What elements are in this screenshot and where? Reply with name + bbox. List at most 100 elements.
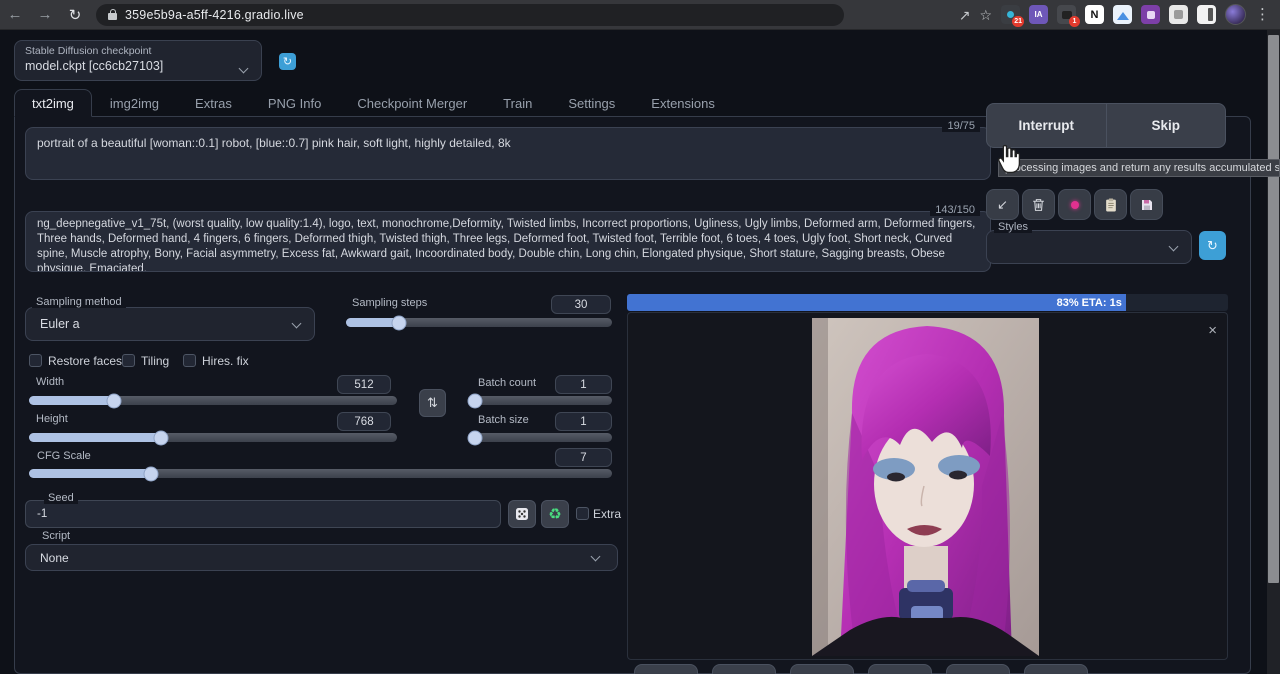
tab-img2img[interactable]: img2img xyxy=(92,89,177,117)
slider-handle[interactable] xyxy=(468,393,483,408)
bookmark-star-icon[interactable]: ☆ xyxy=(979,8,992,22)
close-icon[interactable]: × xyxy=(1208,323,1217,338)
checkpoint-dropdown[interactable]: Stable Diffusion checkpoint model.ckpt [… xyxy=(14,40,262,81)
batch-size-slider[interactable] xyxy=(468,433,612,442)
negative-prompt-token-counter: 143/150 xyxy=(930,204,980,216)
lock-icon xyxy=(108,9,117,20)
page-scrollbar[interactable] xyxy=(1267,30,1280,674)
scrollbar-thumb[interactable] xyxy=(1268,35,1279,583)
restore-faces-checkbox[interactable] xyxy=(29,354,42,367)
width-input[interactable]: 512 xyxy=(337,375,391,394)
extension-icon-notion[interactable]: N xyxy=(1085,5,1104,24)
gallery-action-button[interactable] xyxy=(790,664,854,674)
batch-count-slider[interactable] xyxy=(468,396,612,405)
back-icon[interactable]: ← xyxy=(0,3,30,27)
webui-page: Stable Diffusion checkpoint model.ckpt [… xyxy=(0,30,1280,674)
cfg-scale-input[interactable]: 7 xyxy=(555,448,612,467)
slider-handle[interactable] xyxy=(106,393,121,408)
refresh-checkpoints-button[interactable]: ↻ xyxy=(279,53,296,70)
random-seed-dice-icon[interactable] xyxy=(508,500,536,528)
refresh-styles-button[interactable]: ↻ xyxy=(1199,231,1226,260)
extension-icon-image[interactable] xyxy=(1113,5,1132,24)
share-icon[interactable]: ↗ xyxy=(959,8,971,22)
browser-menu-icon[interactable]: ⋮ xyxy=(1255,7,1270,22)
slider-handle[interactable] xyxy=(468,430,483,445)
sampling-method-dropdown[interactable]: Euler a xyxy=(25,307,315,341)
slider-handle[interactable] xyxy=(154,430,169,445)
gallery-action-button[interactable] xyxy=(868,664,932,674)
gallery-action-button[interactable] xyxy=(946,664,1010,674)
swap-width-height-button[interactable]: ⇅ xyxy=(419,389,446,417)
extension-icon-purple[interactable] xyxy=(1141,5,1160,24)
hires-fix-checkbox[interactable] xyxy=(183,354,196,367)
tab-train[interactable]: Train xyxy=(485,89,550,117)
styles-label: Styles xyxy=(994,221,1032,233)
styles-apply-clipboard-icon[interactable] xyxy=(1094,189,1127,220)
tab-extras[interactable]: Extras xyxy=(177,89,250,117)
tab-png-info[interactable]: PNG Info xyxy=(250,89,339,117)
height-input[interactable]: 768 xyxy=(337,412,391,431)
tab-settings[interactable]: Settings xyxy=(550,89,633,117)
reuse-seed-recycle-icon[interactable]: ♻ xyxy=(541,500,569,528)
prompt-token-counter: 19/75 xyxy=(942,120,980,132)
interrupt-tooltip: processing images and return any results… xyxy=(998,159,1280,177)
script-dropdown[interactable]: None xyxy=(25,544,618,571)
save-style-floppy-icon[interactable] xyxy=(1130,189,1163,220)
output-gallery: × xyxy=(627,312,1228,660)
seed-input[interactable]: -1 xyxy=(25,500,501,528)
sampling-method-value: Euler a xyxy=(40,317,80,331)
sampling-method-label: Sampling method xyxy=(32,296,126,308)
styles-dropdown[interactable] xyxy=(986,230,1192,264)
screen: ← → ↻ 359e5b9a-a5ff-4216.gradio.live ↗ ☆… xyxy=(0,0,1280,674)
address-bar[interactable]: 359e5b9a-a5ff-4216.gradio.live xyxy=(96,4,844,26)
browser-profile-avatar[interactable] xyxy=(1225,4,1246,25)
paste-params-arrow-icon[interactable]: ↙ xyxy=(986,189,1019,220)
forward-icon[interactable]: → xyxy=(30,3,60,27)
restore-faces-label: Restore faces xyxy=(48,354,122,368)
extension-icon-camera[interactable]: 1 xyxy=(1057,5,1076,24)
checkpoint-value: model.ckpt [cc6cb27103] xyxy=(25,59,251,73)
tab-txt2img[interactable]: txt2img xyxy=(14,89,92,117)
cfg-scale-slider[interactable] xyxy=(29,469,612,478)
tab-extensions[interactable]: Extensions xyxy=(633,89,733,117)
script-value: None xyxy=(40,551,69,565)
chevron-down-icon xyxy=(292,319,302,329)
reload-icon[interactable]: ↻ xyxy=(60,3,90,27)
prompt-box: portrait of a beautiful [woman::0.1] rob… xyxy=(25,127,991,180)
extension-icon-blue-dot[interactable]: 21 xyxy=(1001,5,1020,24)
negative-prompt-input[interactable]: ng_deepnegative_v1_75t, (worst quality, … xyxy=(26,212,990,271)
extra-networks-icon[interactable] xyxy=(1058,189,1091,220)
height-slider[interactable] xyxy=(29,433,397,442)
sampling-steps-slider[interactable] xyxy=(346,318,612,327)
interrupt-skip-group: Interrupt Skip xyxy=(986,103,1226,148)
extra-seed-label: Extra xyxy=(593,507,621,521)
checkpoint-label: Stable Diffusion checkpoint xyxy=(25,45,251,57)
gallery-action-button[interactable] xyxy=(712,664,776,674)
puzzle-extensions-icon[interactable] xyxy=(1169,5,1188,24)
batch-size-label: Batch size xyxy=(478,414,529,426)
gallery-action-button[interactable] xyxy=(634,664,698,674)
skip-button[interactable]: Skip xyxy=(1106,104,1226,147)
gallery-action-button[interactable] xyxy=(1024,664,1088,674)
batch-count-input[interactable]: 1 xyxy=(555,375,612,394)
chevron-down-icon xyxy=(1169,242,1179,252)
prompt-input[interactable]: portrait of a beautiful [woman::0.1] rob… xyxy=(26,128,990,179)
url-text: 359e5b9a-a5ff-4216.gradio.live xyxy=(125,8,304,22)
tiling-checkbox[interactable] xyxy=(122,354,135,367)
browser-toolbar: ← → ↻ 359e5b9a-a5ff-4216.gradio.live ↗ ☆… xyxy=(0,0,1280,30)
width-slider[interactable] xyxy=(29,396,397,405)
tab-checkpoint-merger[interactable]: Checkpoint Merger xyxy=(339,89,485,117)
sidebar-toggle-icon[interactable] xyxy=(1197,5,1216,24)
clear-prompt-trash-icon[interactable] xyxy=(1022,189,1055,220)
progress-bar: 83% ETA: 1s xyxy=(627,294,1228,311)
sampling-steps-label: Sampling steps xyxy=(352,297,427,309)
sampling-steps-input[interactable]: 30 xyxy=(551,295,611,314)
slider-handle[interactable] xyxy=(144,466,159,481)
negative-prompt-box: ng_deepnegative_v1_75t, (worst quality, … xyxy=(25,211,991,272)
batch-size-input[interactable]: 1 xyxy=(555,412,612,431)
extra-seed-checkbox[interactable] xyxy=(576,507,589,520)
extension-icon-ia[interactable]: IA xyxy=(1029,5,1048,24)
generated-image[interactable] xyxy=(812,318,1039,656)
slider-handle[interactable] xyxy=(392,315,407,330)
interrupt-button[interactable]: Interrupt xyxy=(987,104,1106,147)
